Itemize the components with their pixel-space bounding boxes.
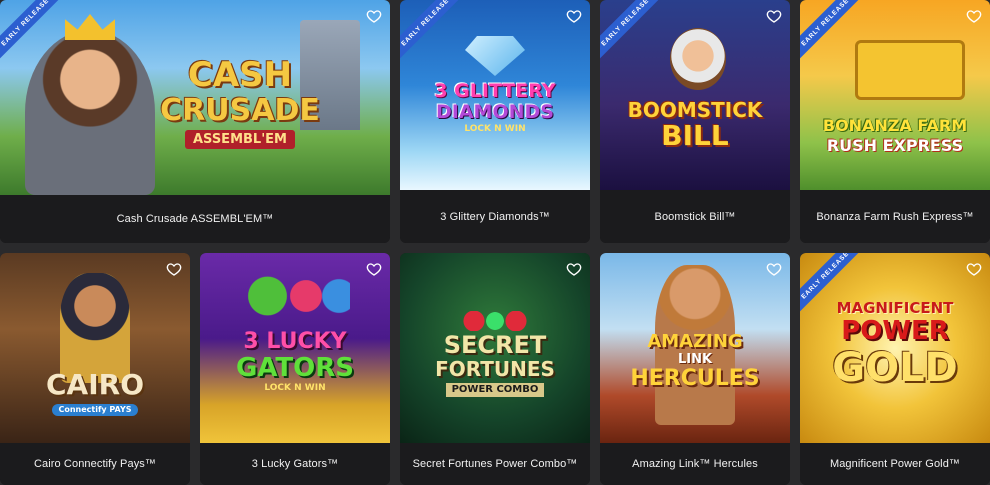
- game-title: Cairo Connectify Pays™: [0, 443, 190, 485]
- heart-outline-icon[interactable]: [966, 8, 982, 24]
- game-title: Amazing Link™ Hercules: [600, 443, 790, 485]
- game-title: Bonanza Farm Rush Express™: [800, 190, 990, 243]
- game-card-bonanza-farm[interactable]: BONANZA FARM RUSH EXPRESS EARLY RELEASE …: [800, 0, 990, 243]
- game-card-secret-fortunes[interactable]: SECRET FORTUNES POWER COMBO Secret Fortu…: [400, 253, 590, 485]
- game-logo: 3 LUCKY GATORS LOCK N WIN: [235, 329, 355, 393]
- truck-art: [855, 40, 965, 100]
- game-card-3-lucky-gators[interactable]: 3 LUCKY GATORS LOCK N WIN 3 Lucky Gators…: [200, 253, 390, 485]
- game-card-cash-crusade[interactable]: CASH CRUSADE ASSEMBL'EM EARLY RELEASE Ca…: [0, 0, 390, 243]
- game-title: Secret Fortunes Power Combo™: [400, 443, 590, 485]
- miner-character-art: [670, 28, 726, 90]
- game-title: Magnificent Power Gold™: [800, 443, 990, 485]
- game-logo: 3 GLITTERY DIAMONDS LOCK N WIN: [434, 80, 556, 134]
- game-thumbnail[interactable]: CASH CRUSADE ASSEMBL'EM: [0, 0, 390, 195]
- game-logo: AMAZING LINK HERCULES: [630, 331, 760, 391]
- game-card-boomstick-bill[interactable]: BOOMSTICK BILL EARLY RELEASE Boomstick B…: [600, 0, 790, 243]
- game-thumbnail[interactable]: 3 LUCKY GATORS LOCK N WIN: [200, 253, 390, 443]
- heart-outline-icon[interactable]: [766, 261, 782, 277]
- gators-characters-art: [240, 271, 350, 321]
- heart-outline-icon[interactable]: [966, 261, 982, 277]
- gems-art: [460, 311, 530, 331]
- game-card-magnificent-power-gold[interactable]: MAGNIFICENT POWER GOLD EARLY RELEASE Mag…: [800, 253, 990, 485]
- king-character-art: [25, 30, 155, 195]
- heart-outline-icon[interactable]: [766, 8, 782, 24]
- game-title: 3 Lucky Gators™: [200, 443, 390, 485]
- game-logo: CAIRO Connectify PAYS: [46, 368, 144, 416]
- game-card-amazing-link-hercules[interactable]: AMAZING LINK HERCULES Amazing Link™ Herc…: [600, 253, 790, 485]
- game-thumbnail[interactable]: SECRET FORTUNES POWER COMBO: [400, 253, 590, 443]
- heart-outline-icon[interactable]: [366, 261, 382, 277]
- game-thumbnail[interactable]: CAIRO Connectify PAYS: [0, 253, 190, 443]
- game-logo: MAGNIFICENT POWER GOLD: [832, 299, 958, 391]
- game-logo: BOOMSTICK BILL: [627, 98, 763, 152]
- game-logo: BONANZA FARM RUSH EXPRESS: [822, 116, 968, 155]
- heart-outline-icon[interactable]: [166, 261, 182, 277]
- game-title: Boomstick Bill™: [600, 190, 790, 243]
- game-title: 3 Glittery Diamonds™: [400, 190, 590, 243]
- heart-outline-icon[interactable]: [566, 261, 582, 277]
- crown-art: [65, 14, 115, 40]
- heart-outline-icon[interactable]: [566, 8, 582, 24]
- diamond-art: [465, 36, 525, 76]
- game-logo: CASH CRUSADE ASSEMBL'EM: [160, 55, 320, 149]
- game-logo: SECRET FORTUNES POWER COMBO: [435, 331, 555, 397]
- game-thumbnail[interactable]: AMAZING LINK HERCULES: [600, 253, 790, 443]
- game-title: Cash Crusade ASSEMBL'EM™: [0, 195, 390, 243]
- game-card-cairo[interactable]: CAIRO Connectify PAYS Cairo Connectify P…: [0, 253, 190, 485]
- heart-outline-icon[interactable]: [366, 8, 382, 24]
- pharaoh-character-art: [60, 273, 130, 383]
- game-card-3-glittery-diamonds[interactable]: 3 GLITTERY DIAMONDS LOCK N WIN EARLY REL…: [400, 0, 590, 243]
